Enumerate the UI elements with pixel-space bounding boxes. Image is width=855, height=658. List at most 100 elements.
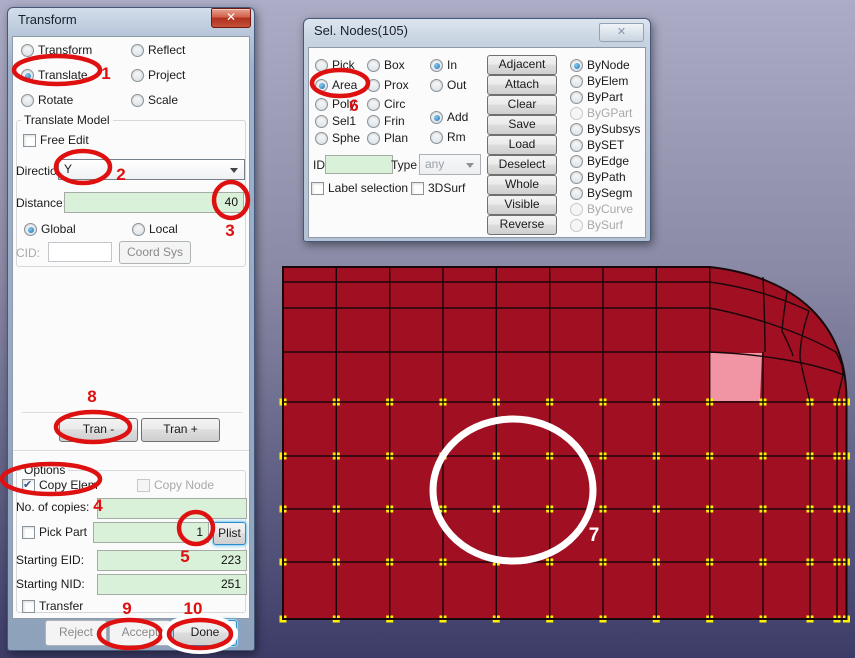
rm-radio[interactable]: Rm — [430, 130, 466, 144]
chevron-down-icon — [230, 168, 238, 173]
mode-radio-project[interactable]: Project — [131, 68, 185, 82]
pick-part-label: Pick Part — [39, 525, 87, 539]
byelem-label: ByElem — [587, 74, 628, 88]
app-stage: Transform ✕ Transform Reflect Translate … — [0, 0, 855, 658]
free-edit-label: Free Edit — [40, 133, 89, 147]
transfer-checkbox[interactable]: Transfer — [22, 599, 83, 613]
copy-elem-checkbox[interactable]: Copy Elem — [22, 478, 98, 492]
in-radio[interactable]: In — [430, 58, 457, 72]
cid-input[interactable] — [48, 242, 112, 262]
adjacent-button[interactable]: Adjacent — [487, 55, 557, 75]
pick-mode-radio-poly[interactable]: Poly — [315, 97, 355, 111]
by-radio-bygpart[interactable]: ByGPart — [570, 106, 632, 120]
direction-dropdown[interactable]: Y — [58, 159, 245, 180]
pick-mode-radio-pick[interactable]: Pick — [315, 58, 355, 72]
global-label: Global — [41, 222, 76, 236]
direction-value: Y — [64, 162, 72, 176]
tran-plus-button[interactable]: Tran + — [141, 418, 220, 442]
pick-mode-radio-box[interactable]: Box — [367, 58, 405, 72]
mode-radio-translate[interactable]: Translate — [21, 68, 88, 82]
bypath-label: ByPath — [587, 170, 626, 184]
coord-sys-button[interactable]: Coord Sys — [119, 241, 191, 264]
visible-button[interactable]: Visible — [487, 195, 557, 215]
divider — [13, 450, 249, 452]
pick-mode-radio-sel1[interactable]: Sel1 — [315, 114, 356, 128]
by-radio-bysubsys[interactable]: BySubsys — [570, 122, 640, 136]
type-dropdown[interactable]: any — [419, 154, 481, 175]
tran-minus-button[interactable]: Tran - — [59, 418, 138, 442]
mode-radio-project-label: Project — [148, 68, 185, 82]
mode-radio-transform[interactable]: Transform — [21, 43, 92, 57]
divider — [22, 412, 242, 414]
pick-part-field[interactable]: 1 — [93, 522, 209, 543]
by-radio-byset[interactable]: BySET — [570, 138, 624, 152]
pick-mode-radio-circ[interactable]: Circ — [367, 97, 405, 111]
pick-mode-radio-sphe[interactable]: Sphe — [315, 131, 360, 145]
starting-nid-field[interactable]: 251 — [97, 574, 247, 595]
transfer-label: Transfer — [39, 599, 83, 613]
by-radio-bycurve[interactable]: ByCurve — [570, 202, 633, 216]
by-radio-byedge[interactable]: ByEdge — [570, 154, 629, 168]
local-label: Local — [149, 222, 178, 236]
pick-label: Pick — [332, 58, 355, 72]
global-radio[interactable]: Global — [24, 222, 76, 236]
save-button[interactable]: Save — [487, 115, 557, 135]
mode-radio-translate-label: Translate — [38, 68, 88, 82]
mode-radio-reflect[interactable]: Reflect — [131, 43, 185, 57]
attach-button[interactable]: Attach — [487, 75, 557, 95]
add-radio[interactable]: Add — [430, 110, 468, 124]
by-radio-bynode[interactable]: ByNode — [570, 58, 630, 72]
mode-radio-reflect-label: Reflect — [148, 43, 185, 57]
reject-button[interactable]: Reject — [45, 620, 107, 646]
3dsurf-label: 3DSurf — [428, 181, 465, 195]
circ-label: Circ — [384, 97, 405, 111]
local-radio[interactable]: Local — [132, 222, 178, 236]
by-radio-bypart[interactable]: ByPart — [570, 90, 623, 104]
bycurve-label: ByCurve — [587, 202, 633, 216]
by-radio-bysegm[interactable]: BySegm — [570, 186, 632, 200]
reverse-button[interactable]: Reverse — [487, 215, 557, 235]
id-field[interactable] — [325, 155, 393, 174]
free-edit-checkbox[interactable]: Free Edit — [23, 133, 89, 147]
transform-panel: Transform Reflect Translate Project Rota… — [12, 36, 250, 619]
3dsurf-checkbox[interactable]: 3DSurf — [411, 181, 465, 195]
plist-button[interactable]: Plist — [213, 522, 246, 545]
by-radio-byelem[interactable]: ByElem — [570, 74, 628, 88]
by-radio-bysurf[interactable]: BySurf — [570, 218, 623, 232]
in-label: In — [447, 58, 457, 72]
close-icon[interactable]: ✕ — [599, 23, 644, 42]
no-of-copies-field[interactable] — [97, 498, 247, 519]
transform-window: Transform ✕ Transform Reflect Translate … — [7, 7, 255, 651]
load-button[interactable]: Load — [487, 135, 557, 155]
distance-field[interactable]: 40 — [64, 192, 244, 213]
bysegm-label: BySegm — [587, 186, 632, 200]
mode-radio-rotate-label: Rotate — [38, 93, 73, 107]
clear-button[interactable]: Clear — [487, 95, 557, 115]
area-label: Area — [332, 78, 357, 92]
pick-mode-radio-prox[interactable]: Prox — [367, 78, 409, 92]
mode-radio-scale[interactable]: Scale — [131, 93, 178, 107]
mode-radio-rotate[interactable]: Rotate — [21, 93, 73, 107]
accept-button[interactable]: Accept — [109, 620, 171, 646]
whole-button[interactable]: Whole — [487, 175, 557, 195]
done-button[interactable]: Done — [173, 620, 237, 646]
byedge-label: ByEdge — [587, 154, 629, 168]
byset-label: BySET — [587, 138, 624, 152]
out-radio[interactable]: Out — [430, 78, 466, 92]
pick-mode-radio-frin[interactable]: Frin — [367, 114, 405, 128]
starting-eid-field[interactable]: 223 — [97, 550, 247, 571]
by-radio-bypath[interactable]: ByPath — [570, 170, 626, 184]
copy-node-checkbox[interactable]: Copy Node — [137, 478, 214, 492]
mode-radio-scale-label: Scale — [148, 93, 178, 107]
label-selection-checkbox[interactable]: Label selection — [311, 181, 408, 195]
bypart-label: ByPart — [587, 90, 623, 104]
close-icon[interactable]: ✕ — [211, 8, 251, 28]
pick-part-checkbox[interactable]: Pick Part — [22, 525, 87, 539]
chevron-down-icon — [466, 163, 474, 168]
deselect-button[interactable]: Deselect — [487, 155, 557, 175]
pick-mode-radio-plan[interactable]: Plan — [367, 131, 408, 145]
rm-label: Rm — [447, 130, 466, 144]
sel-nodes-title: Sel. Nodes(105) — [314, 23, 408, 38]
options-group-label: Options — [21, 463, 68, 477]
pick-mode-radio-area[interactable]: Area — [315, 78, 357, 92]
